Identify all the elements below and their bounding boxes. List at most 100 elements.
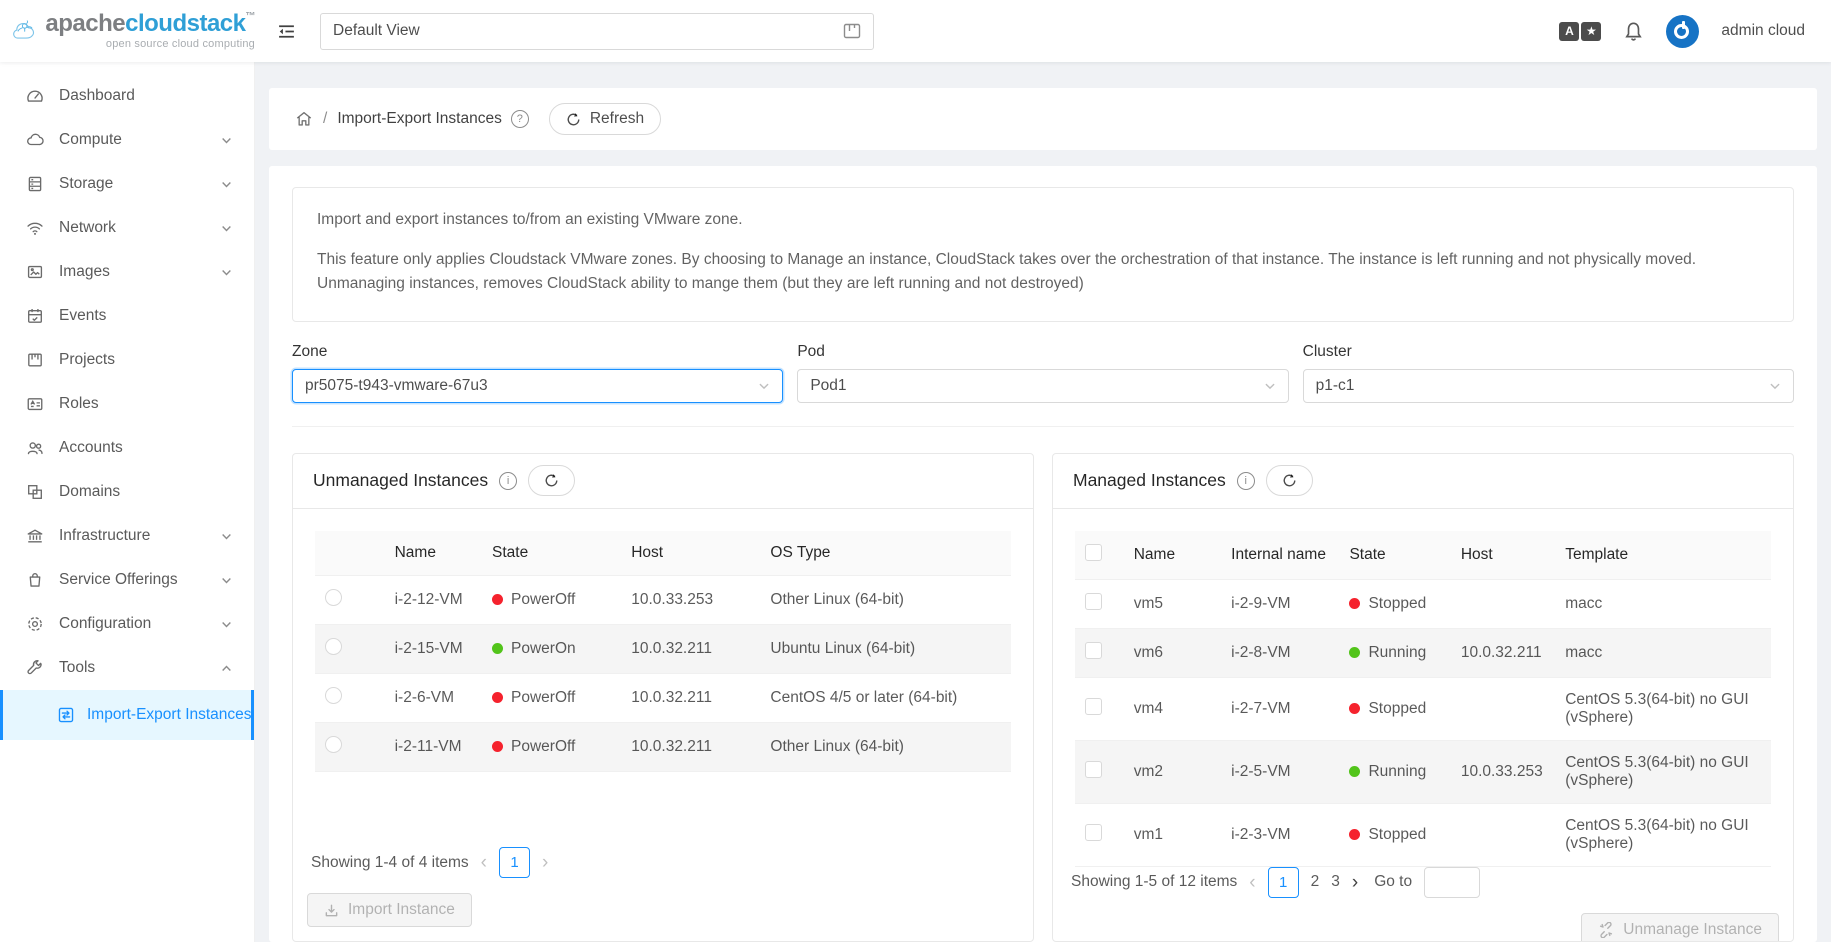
sidebar-item-label: Configuration — [59, 615, 151, 633]
chevron-up-icon — [221, 663, 232, 674]
bank-icon — [26, 527, 44, 545]
row-radio[interactable] — [325, 687, 342, 704]
cluster-label: Cluster — [1303, 343, 1794, 361]
goto-page-input[interactable] — [1424, 867, 1480, 898]
page-number-1[interactable]: 1 — [1268, 867, 1299, 898]
sidebar-collapse-icon[interactable] — [277, 22, 296, 41]
page-number-1[interactable]: 1 — [499, 847, 530, 878]
translate-icon[interactable]: A ★ — [1559, 22, 1601, 41]
zone-select-value: pr5075-t943-vmware-67u3 — [305, 377, 488, 395]
managed-refresh-button[interactable] — [1266, 465, 1313, 496]
status-dot-icon — [1349, 703, 1360, 714]
zone-select[interactable]: pr5075-t943-vmware-67u3 — [292, 369, 783, 403]
status-dot-icon — [492, 643, 503, 654]
sidebar-item-projects[interactable]: Projects — [0, 338, 254, 382]
row-checkbox[interactable] — [1085, 761, 1102, 778]
help-icon[interactable]: ? — [511, 110, 529, 128]
unmanage-instance-button[interactable]: Unmanage Instance — [1581, 913, 1779, 942]
pod-select[interactable]: Pod1 — [797, 369, 1288, 403]
gear-icon — [26, 615, 44, 633]
notifications-bell-icon[interactable] — [1623, 21, 1644, 42]
sidebar-item-configuration[interactable]: Configuration — [0, 602, 254, 646]
cloudstack-logo: apachecloudstack™ open source cloud comp… — [0, 9, 255, 53]
unmanaged-instances-card: Unmanaged Instances i — [292, 453, 1034, 942]
prev-page-icon[interactable]: ‹ — [1249, 873, 1255, 892]
import-instance-label: Import Instance — [348, 901, 455, 919]
row-radio[interactable] — [325, 589, 342, 606]
cell-internal-name: i-2-5-VM — [1221, 740, 1339, 803]
idcard-icon — [26, 395, 44, 413]
status-dot-icon — [492, 741, 503, 752]
user-avatar[interactable] — [1666, 15, 1699, 48]
table-row[interactable]: vm2 i-2-5-VM Running 10.0.33.253 CentOS … — [1075, 740, 1771, 803]
sidebar-item-images[interactable]: Images — [0, 250, 254, 294]
sidebar-item-infrastructure[interactable]: Infrastructure — [0, 514, 254, 558]
managed-instances-card: Managed Instances i — [1052, 453, 1794, 942]
view-select[interactable]: Default View — [320, 13, 874, 50]
select-all-checkbox[interactable] — [1085, 544, 1102, 561]
page-number-2[interactable]: 2 — [1311, 873, 1320, 891]
shopping-bag-icon — [26, 571, 44, 589]
row-radio[interactable] — [325, 736, 342, 753]
next-page-icon[interactable]: › — [1352, 873, 1358, 892]
row-checkbox[interactable] — [1085, 698, 1102, 715]
sidebar-item-roles[interactable]: Roles — [0, 382, 254, 426]
cell-host: 10.0.32.211 — [621, 624, 760, 673]
table-row[interactable]: i-2-11-VM PowerOff 10.0.32.211 Other Lin… — [315, 722, 1011, 771]
sidebar-item-import-export-instances[interactable]: Import-Export Instances — [0, 690, 254, 740]
cell-template: CentOS 5.3(64-bit) no GUI (vSphere) — [1555, 677, 1771, 740]
import-instance-button[interactable]: Import Instance — [307, 893, 472, 927]
cell-host — [1451, 803, 1555, 866]
brand-apache: apache — [45, 10, 125, 37]
sidebar-item-domains[interactable]: Domains — [0, 470, 254, 514]
cell-host — [1451, 677, 1555, 740]
info-icon[interactable]: i — [1237, 472, 1255, 490]
table-row[interactable]: vm1 i-2-3-VM Stopped CentOS 5.3(64-bit) … — [1075, 803, 1771, 866]
pod-select-value: Pod1 — [810, 377, 846, 395]
user-name[interactable]: admin cloud — [1721, 22, 1805, 40]
row-checkbox[interactable] — [1085, 593, 1102, 610]
section-divider — [292, 426, 1794, 427]
cell-host: 10.0.33.253 — [1451, 740, 1555, 803]
block-icon — [26, 483, 44, 501]
prev-page-icon[interactable]: ‹ — [481, 853, 487, 872]
managed-pagination: Showing 1-5 of 12 items ‹ 1 2 3 › Go to — [1067, 867, 1779, 898]
column-header-internal-name: Internal name — [1221, 531, 1339, 580]
sidebar-item-label: Images — [59, 263, 110, 281]
sidebar-item-dashboard[interactable]: Dashboard — [0, 74, 254, 118]
page-number-3[interactable]: 3 — [1331, 873, 1340, 891]
sidebar-item-network[interactable]: Network — [0, 206, 254, 250]
breadcrumb-separator: / — [323, 110, 327, 128]
intro-line-1: Import and export instances to/from an e… — [317, 208, 1769, 231]
swap-box-icon — [57, 706, 75, 724]
table-row[interactable]: vm4 i-2-7-VM Stopped CentOS 5.3(64-bit) … — [1075, 677, 1771, 740]
sidebar-item-storage[interactable]: Storage — [0, 162, 254, 206]
cell-name: vm1 — [1124, 803, 1221, 866]
table-row[interactable]: vm6 i-2-8-VM Running 10.0.32.211 macc — [1075, 628, 1771, 677]
home-icon[interactable] — [295, 110, 313, 128]
cell-name: i-2-6-VM — [385, 673, 482, 722]
refresh-button[interactable]: Refresh — [549, 103, 661, 135]
row-checkbox[interactable] — [1085, 642, 1102, 659]
sidebar-item-service-offerings[interactable]: Service Offerings — [0, 558, 254, 602]
sidebar-item-compute[interactable]: Compute — [0, 118, 254, 162]
team-icon — [26, 439, 44, 457]
row-radio[interactable] — [325, 638, 342, 655]
column-header-host: Host — [1451, 531, 1555, 580]
table-row[interactable]: i-2-15-VM PowerOn 10.0.32.211 Ubuntu Lin… — [315, 624, 1011, 673]
reload-icon — [1282, 473, 1297, 488]
table-row[interactable]: i-2-6-VM PowerOff 10.0.32.211 CentOS 4/5… — [315, 673, 1011, 722]
row-checkbox[interactable] — [1085, 824, 1102, 841]
cluster-select[interactable]: p1-c1 — [1303, 369, 1794, 403]
managed-card-title: Managed Instances — [1073, 470, 1226, 491]
unmanaged-refresh-button[interactable] — [528, 465, 575, 496]
sidebar-item-accounts[interactable]: Accounts — [0, 426, 254, 470]
filters-row: Zone pr5075-t943-vmware-67u3 Pod Pod1 — [292, 343, 1794, 403]
chevron-down-icon — [221, 619, 232, 630]
sidebar-item-tools[interactable]: Tools — [0, 646, 254, 690]
info-icon[interactable]: i — [499, 472, 517, 490]
next-page-icon[interactable]: › — [542, 853, 548, 872]
table-row[interactable]: vm5 i-2-9-VM Stopped macc — [1075, 579, 1771, 628]
table-row[interactable]: i-2-12-VM PowerOff 10.0.33.253 Other Lin… — [315, 575, 1011, 624]
sidebar-item-events[interactable]: Events — [0, 294, 254, 338]
